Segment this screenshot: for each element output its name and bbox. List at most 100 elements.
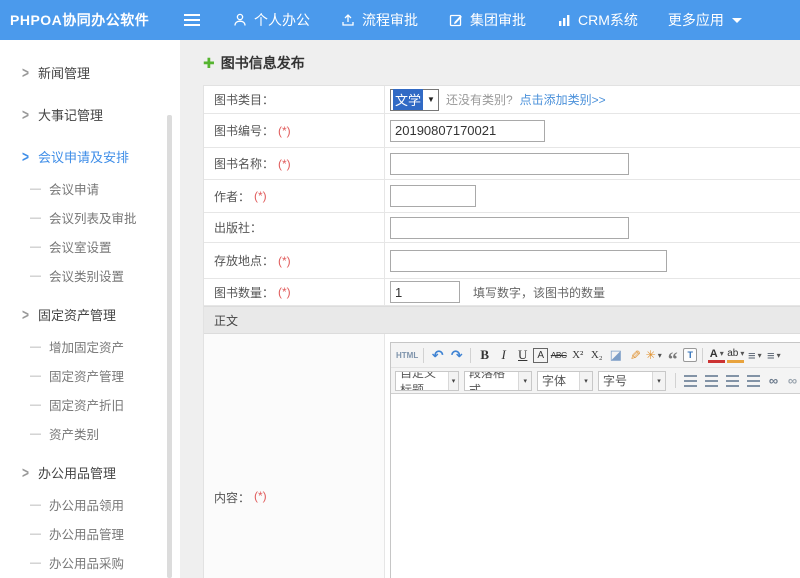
eraser-icon[interactable]: ◪ (607, 345, 624, 365)
dash-icon: — (30, 428, 41, 440)
format-brush-icon[interactable]: ✎ (625, 347, 645, 364)
undo-icon[interactable]: ↶ (429, 345, 446, 365)
sidebar-item-label: 会议列表及审批 (49, 208, 137, 227)
field-value-cell (385, 213, 800, 242)
chevron-right-icon: > (22, 463, 29, 481)
nav-item-label: 个人办公 (254, 10, 310, 30)
top-nav: 个人办公 流程审批 集团审批 CRM系统 更多应用 (232, 10, 742, 30)
link-icon[interactable]: ∞ (765, 371, 782, 391)
required-mark: (*) (278, 254, 291, 268)
sidebar-item-2-3[interactable]: —会议类别设置 (0, 261, 180, 290)
strikethrough-icon[interactable]: ABC (550, 345, 567, 365)
sidebar-group-0[interactable]: >新闻管理 (0, 55, 180, 90)
sidebar-item-label: 办公用品管理 (49, 524, 124, 543)
nav-item-1[interactable]: 流程审批 (340, 10, 418, 30)
sidebar-scrollbar[interactable] (167, 115, 172, 578)
align-right-icon[interactable] (726, 375, 739, 387)
chevron-down-icon: ▾ (652, 372, 665, 390)
form-row-content: 内容： (*) HTML↶↷BIUAABCX²X₂◪✎✳▾“TA▾ab▾≡▾≡▾… (204, 334, 800, 578)
book-name-input[interactable] (390, 153, 629, 175)
body-section-header: 正文 (204, 306, 800, 334)
field-label: 图书数量： (214, 284, 274, 301)
field-value-cell (385, 180, 800, 212)
form-row-book-number: 图书编号：(*) (204, 114, 800, 148)
caret-down-icon (732, 18, 742, 23)
nav-item-2[interactable]: 集团审批 (448, 10, 526, 30)
no-category-text: 还没有类别? (446, 91, 513, 108)
subscript-icon[interactable]: X₂ (588, 345, 605, 365)
unordered-list-icon[interactable]: ≡▾ (765, 345, 782, 365)
add-category-link[interactable]: 点击添加类别>> (520, 91, 606, 108)
font-color-icon[interactable]: A▾ (708, 347, 725, 363)
sidebar-group-2[interactable]: >会议申请及安排 (0, 139, 180, 174)
paste-text-icon[interactable]: T (683, 348, 697, 362)
plus-icon: ✚ (203, 56, 215, 70)
required-mark: (*) (254, 489, 267, 503)
sidebar-item-4-2[interactable]: —办公用品采购 (0, 548, 180, 577)
sidebar-item-4-1[interactable]: —办公用品管理 (0, 519, 180, 548)
toolbar-separator (470, 348, 471, 363)
align-center-icon[interactable] (705, 375, 718, 387)
edit-square-icon (448, 12, 464, 28)
underline-icon[interactable]: U (514, 345, 531, 365)
sidebar-item-label: 资产类别 (49, 424, 99, 443)
form-row-category: 图书类目： 文学 ▼ 还没有类别? 点击添加类别>> (204, 86, 800, 114)
author-input[interactable] (390, 185, 476, 207)
bold-icon[interactable]: B (476, 345, 493, 365)
font-border-icon[interactable]: A (533, 348, 548, 363)
dash-icon: — (30, 183, 41, 195)
paragraph-format-select[interactable]: 段落格式▾ (464, 371, 532, 391)
sidebar-group-1[interactable]: >大事记管理 (0, 97, 180, 132)
italic-icon[interactable]: I (495, 345, 512, 365)
auto-typeset-icon[interactable]: ✳▾ (645, 345, 662, 365)
sidebar-group-label: 办公用品管理 (38, 463, 116, 482)
nav-item-label: CRM系统 (578, 10, 638, 30)
html-source-icon[interactable]: HTML (396, 345, 418, 365)
nav-item-4[interactable]: 更多应用 (668, 10, 742, 30)
field-label: 内容： (214, 489, 250, 506)
form-row-location: 存放地点：(*) (204, 243, 800, 279)
nav-item-3[interactable]: CRM系统 (556, 10, 638, 30)
custom-style-select[interactable]: 自定义标题▾ (395, 371, 459, 391)
form-row-quantity: 图书数量：(*)填写数字，该图书的数量 (204, 279, 800, 306)
sidebar-item-2-0[interactable]: —会议申请 (0, 174, 180, 203)
nav-item-label: 集团审批 (470, 10, 526, 30)
editor-content[interactable] (391, 393, 800, 578)
blockquote-icon[interactable]: “ (664, 345, 681, 365)
sidebar-item-3-0[interactable]: —增加固定资产 (0, 332, 180, 361)
sidebar-item-4-0[interactable]: —办公用品领用 (0, 490, 180, 519)
sidebar-item-3-1[interactable]: —固定资产管理 (0, 361, 180, 390)
sidebar-item-3-2[interactable]: —固定资产折旧 (0, 390, 180, 419)
align-left-icon[interactable] (684, 375, 697, 387)
editor-toolbar-row1: HTML↶↷BIUAABCX²X₂◪✎✳▾“TA▾ab▾≡▾≡▾ (391, 343, 800, 368)
sidebar-item-2-1[interactable]: —会议列表及审批 (0, 203, 180, 232)
sidebar-group-4[interactable]: > 办公用品管理 (0, 455, 180, 490)
category-select[interactable]: 文学 ▼ (390, 89, 439, 111)
sidebar-group-3[interactable]: >固定资产管理 (0, 297, 180, 332)
ordered-list-icon[interactable]: ≡▾ (746, 345, 763, 365)
field-label: 作者： (214, 188, 250, 205)
location-input[interactable] (390, 250, 667, 272)
highlight-color-icon[interactable]: ab▾ (727, 347, 744, 363)
field-label: 图书编号： (214, 122, 274, 139)
publisher-input[interactable] (390, 217, 629, 239)
sidebar-item-label: 固定资产管理 (49, 366, 124, 385)
nav-item-0[interactable]: 个人办公 (232, 10, 310, 30)
font-family-select[interactable]: 字体▾ (537, 371, 593, 391)
redo-icon[interactable]: ↷ (448, 345, 465, 365)
book-number-input[interactable] (390, 120, 545, 142)
font-size-select[interactable]: 字号▾ (598, 371, 666, 391)
superscript-icon[interactable]: X² (569, 345, 586, 365)
user-icon (232, 12, 248, 28)
dash-icon: — (30, 557, 41, 569)
hamburger-menu-icon[interactable] (184, 14, 200, 26)
dropdown-label: 自定义标题 (400, 371, 445, 391)
dropdown-label: 段落格式 (469, 371, 515, 391)
editor-toolbar-row2: 自定义标题▾段落格式▾字体▾字号▾∞∞ (391, 368, 800, 393)
unlink-icon[interactable]: ∞ (784, 371, 800, 391)
sidebar-item-3-3[interactable]: — 资产类别 (0, 419, 180, 448)
sidebar-item-2-2[interactable]: —会议室设置 (0, 232, 180, 261)
align-justify-icon[interactable] (747, 375, 760, 387)
quantity-input[interactable] (390, 281, 460, 303)
rich-text-editor: HTML↶↷BIUAABCX²X₂◪✎✳▾“TA▾ab▾≡▾≡▾ 自定义标题▾段… (390, 342, 800, 578)
